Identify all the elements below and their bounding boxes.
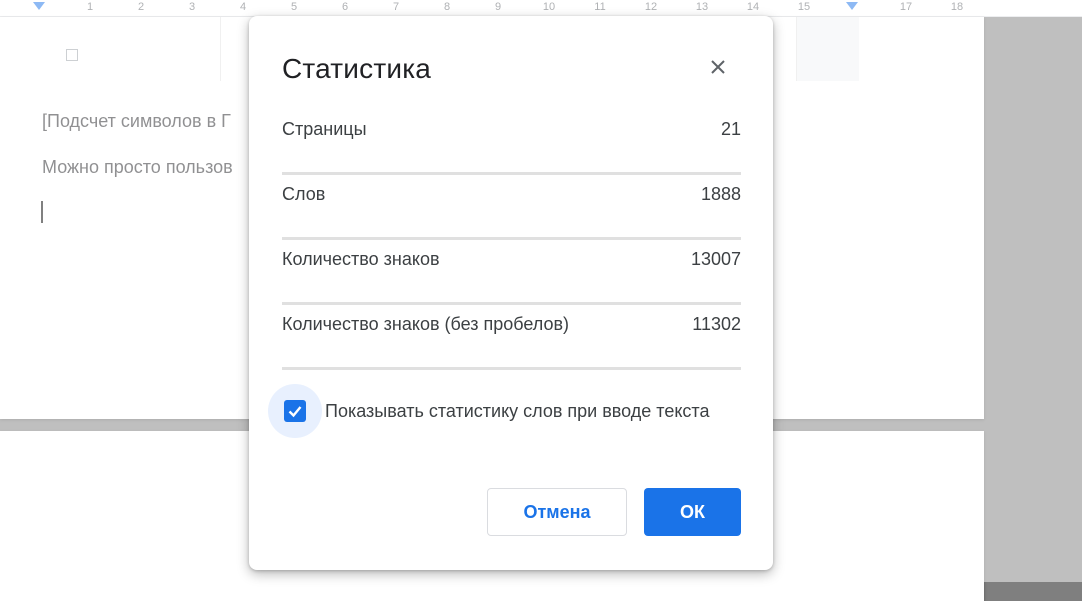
close-button[interactable]: [701, 50, 735, 84]
show-word-count-checkbox[interactable]: [268, 384, 322, 438]
checkbox-box[interactable]: [284, 400, 306, 422]
dialog-title: Статистика: [282, 53, 432, 84]
stat-value: 1888: [700, 184, 741, 204]
show-word-count-label[interactable]: Показывать статистику слов при вводе тек…: [325, 401, 709, 422]
stat-row-characters: Количество знаков 13007: [282, 238, 741, 305]
word-count-dialog: Статистика Страницы 21 Слов 1888 Количес…: [249, 16, 773, 570]
stat-label: Страницы: [282, 119, 367, 139]
stat-label: Слов: [282, 184, 326, 204]
stat-label: Количество знаков: [282, 249, 440, 269]
checkmark-icon: [288, 406, 302, 418]
stat-row-pages: Страницы 21: [282, 108, 741, 175]
stat-value: 21: [720, 119, 741, 139]
stat-value: 11302: [692, 314, 741, 334]
stat-row-words: Слов 1888: [282, 173, 741, 240]
stat-row-characters-no-spaces: Количество знаков (без пробелов) 11302: [282, 303, 741, 370]
stat-value: 13007: [690, 249, 741, 269]
cancel-button[interactable]: Отмена: [487, 488, 627, 536]
stat-label: Количество знаков (без пробелов): [282, 314, 570, 334]
ok-button[interactable]: ОК: [644, 488, 741, 536]
close-icon: [711, 60, 725, 74]
